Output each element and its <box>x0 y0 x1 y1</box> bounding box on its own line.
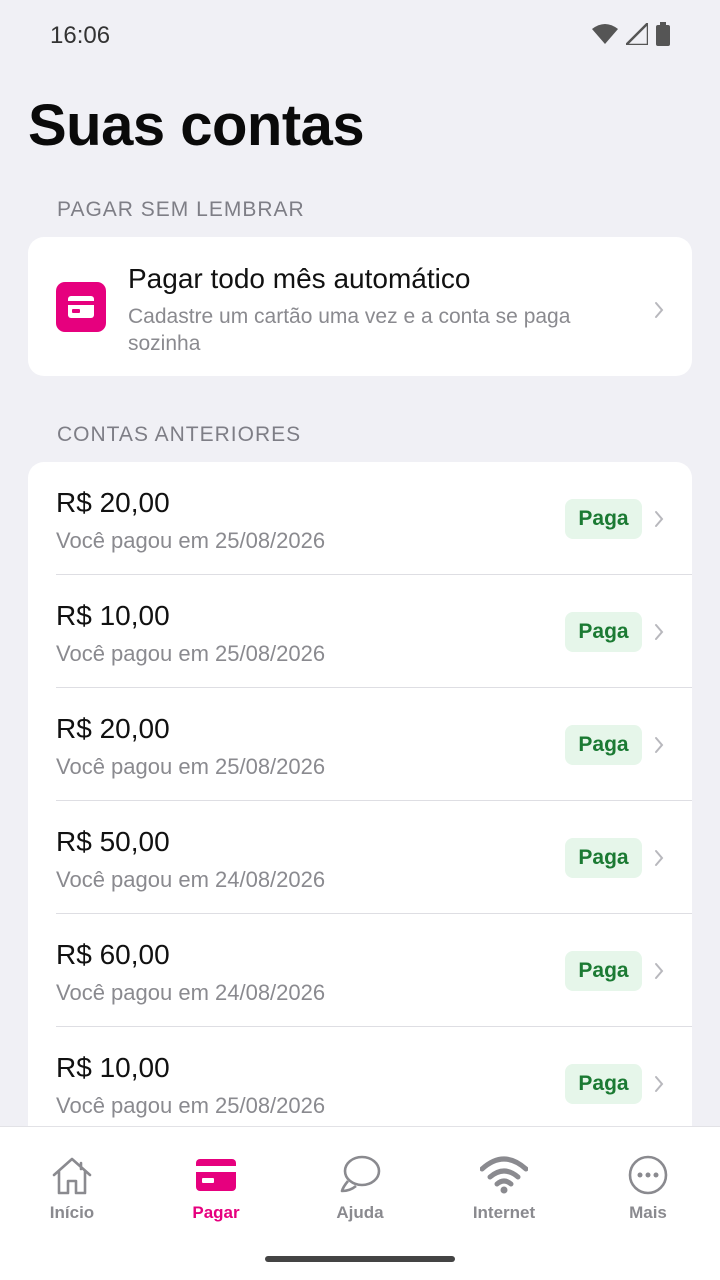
nav-item-ajuda[interactable]: Ajuda <box>288 1127 432 1237</box>
nav-label: Internet <box>472 1203 536 1222</box>
cell-signal-icon <box>626 23 648 45</box>
bill-row[interactable]: R$ 50,00 Você pagou em 24/08/2026 Paga <box>28 801 692 914</box>
card-icon <box>56 282 106 332</box>
bill-row[interactable]: R$ 20,00 Você pagou em 25/08/2026 Paga <box>28 462 692 575</box>
section-label-history: CONTAS ANTERIORES <box>57 423 302 446</box>
bill-row[interactable]: R$ 60,00 Você pagou em 24/08/2026 Paga <box>28 914 692 1027</box>
status-time: 16:06 <box>50 22 111 49</box>
bill-date: Você pagou em 24/08/2026 <box>56 867 326 892</box>
chevron-right-icon <box>655 1076 664 1092</box>
chevron-right-icon <box>655 737 664 753</box>
chevron-right-icon <box>655 963 664 979</box>
status-badge: Paga <box>565 499 642 539</box>
chevron-right-icon <box>655 511 664 527</box>
more-icon <box>628 1155 668 1195</box>
card-icon <box>196 1159 236 1191</box>
status-badge: Paga <box>565 838 642 878</box>
bill-date: Você pagou em 24/08/2026 <box>56 980 326 1005</box>
status-badge: Paga <box>565 951 642 991</box>
bill-row[interactable]: R$ 10,00 Você pagou em 25/08/2026 Paga <box>28 575 692 688</box>
status-badge: Paga <box>565 612 642 652</box>
bill-amount: R$ 20,00 <box>56 487 170 518</box>
page-title: Suas contas <box>28 93 365 158</box>
bill-date: Você pagou em 25/08/2026 <box>56 1093 326 1118</box>
bill-amount: R$ 10,00 <box>56 1052 170 1083</box>
chevron-right-icon <box>655 624 664 640</box>
bill-date: Você pagou em 25/08/2026 <box>56 754 326 779</box>
chat-icon <box>340 1155 381 1193</box>
nav-item-inicio[interactable]: Início <box>0 1127 144 1237</box>
autopay-subtitle: Cadastre um cartão uma vez e a conta se … <box>128 305 571 355</box>
bill-date: Você pagou em 25/08/2026 <box>56 641 326 666</box>
wifi-icon <box>480 1156 528 1194</box>
status-badge: Paga <box>565 725 642 765</box>
status-badge: Paga <box>565 1064 642 1104</box>
battery-icon <box>656 22 670 46</box>
section-label-autopay: PAGAR SEM LEMBRAR <box>57 198 305 221</box>
bill-date: Você pagou em 25/08/2026 <box>56 528 326 553</box>
bill-amount: R$ 10,00 <box>56 600 170 631</box>
autopay-card[interactable]: Pagar todo mês automático Cadastre um ca… <box>28 237 692 376</box>
chevron-right-icon <box>655 850 664 866</box>
nav-label: Ajuda <box>336 1203 384 1222</box>
bill-row[interactable]: R$ 20,00 Você pagou em 25/08/2026 Paga <box>28 688 692 801</box>
bill-amount: R$ 20,00 <box>56 713 170 744</box>
bill-amount: R$ 50,00 <box>56 826 170 857</box>
nav-label: Início <box>49 1203 95 1222</box>
bill-amount: R$ 60,00 <box>56 939 170 970</box>
status-icons <box>592 22 670 46</box>
bills-list: R$ 20,00 Você pagou em 25/08/2026 Paga R… <box>28 462 692 1142</box>
home-indicator[interactable] <box>265 1256 455 1262</box>
nav-label: Mais <box>629 1203 667 1222</box>
nav-item-internet[interactable]: Internet <box>432 1127 576 1237</box>
nav-label: Pagar <box>192 1203 240 1222</box>
status-bar: 16:06 <box>0 0 720 72</box>
autopay-title: Pagar todo mês automático <box>128 263 471 294</box>
bill-row[interactable]: R$ 10,00 Você pagou em 25/08/2026 Paga <box>28 1027 692 1140</box>
chevron-right-icon <box>655 302 664 318</box>
nav-item-pagar[interactable]: Pagar <box>144 1127 288 1237</box>
home-icon <box>52 1157 92 1195</box>
nav-item-mais[interactable]: Mais <box>576 1127 720 1237</box>
wifi-signal-icon <box>592 24 618 44</box>
